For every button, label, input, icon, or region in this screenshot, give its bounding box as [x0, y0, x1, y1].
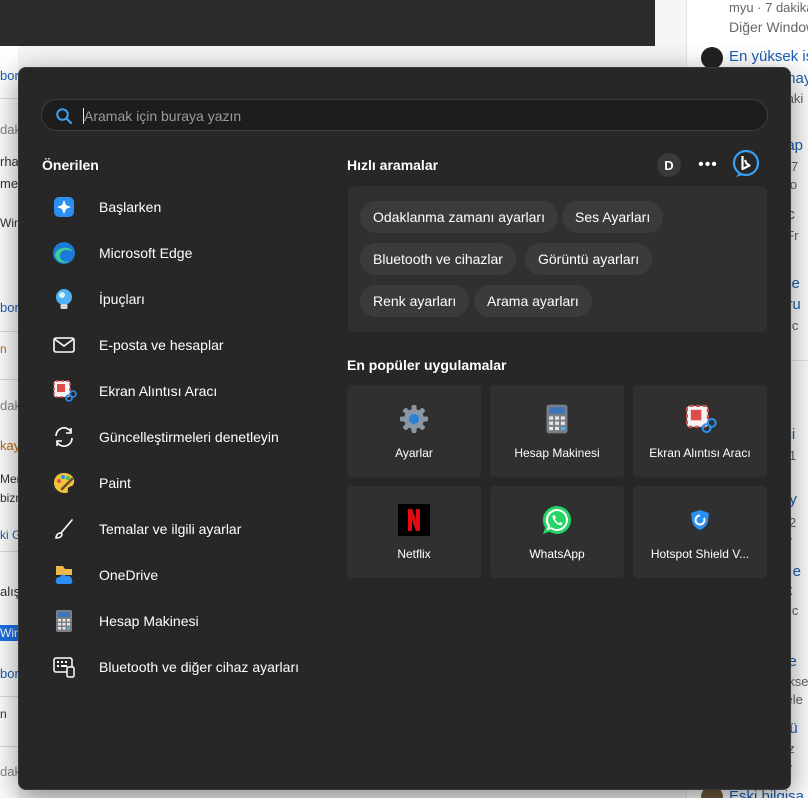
background-link[interactable]: En yüksek iş — [729, 48, 808, 65]
quick-search-chip[interactable]: Ses Ayarları — [562, 201, 664, 233]
suggestions-list: Başlarken Microsoft Edge İpuçları E-post… — [39, 184, 339, 690]
quick-search-chip[interactable]: Renk ayarları — [360, 285, 470, 317]
app-label: WhatsApp — [529, 547, 585, 561]
update-icon — [51, 424, 77, 450]
background-text: rha — [0, 154, 18, 169]
suggestion-themes[interactable]: Temalar ve ilgili ayarlar — [39, 506, 339, 552]
onedrive-icon — [51, 562, 77, 588]
netflix-icon — [397, 503, 431, 537]
start-search-panel: Önerilen Başlarken Microsoft Edge — [18, 67, 791, 790]
suggestion-label: İpuçları — [99, 291, 145, 307]
background-text: daki — [0, 764, 18, 779]
app-label: Hesap Makinesi — [514, 446, 600, 460]
text-cursor — [83, 108, 84, 124]
background-text: daki — [0, 398, 18, 413]
background-text: ki G — [0, 528, 18, 542]
quick-search-chip[interactable]: Arama ayarları — [474, 285, 592, 317]
settings-gear-icon — [397, 402, 431, 436]
app-tile-settings[interactable]: Ayarlar — [347, 385, 481, 477]
app-label: Ekran Alıntısı Aracı — [649, 446, 751, 460]
calculator-icon — [540, 402, 574, 436]
background-text: bor — [0, 68, 18, 83]
suggestion-tips[interactable]: İpuçları — [39, 276, 339, 322]
background-text: bizn — [0, 491, 18, 505]
suggestions-title: Önerilen — [42, 157, 99, 173]
background-text: kay — [0, 438, 18, 453]
search-icon — [56, 108, 73, 125]
whatsapp-icon — [540, 503, 574, 537]
background-text: Win — [0, 626, 18, 640]
background-text: bor — [0, 300, 18, 315]
avatar — [701, 47, 723, 69]
quick-search-chip[interactable]: Odaklanma zamanı ayarları — [360, 201, 558, 233]
background-text: bor — [0, 666, 18, 681]
suggestion-edge[interactable]: Microsoft Edge — [39, 230, 339, 276]
app-label: Netflix — [397, 547, 431, 561]
app-tile-whatsapp[interactable]: WhatsApp — [490, 486, 624, 578]
background-text: n — [0, 707, 7, 721]
suggestion-label: Hesap Makinesi — [99, 613, 199, 629]
background-text: Diğer Windows — [729, 19, 808, 35]
app-tile-netflix[interactable]: Netflix — [347, 486, 481, 578]
search-input[interactable] — [84, 106, 744, 126]
suggestion-label: Paint — [99, 475, 131, 491]
getstarted-icon — [51, 194, 77, 220]
background-text: n — [0, 342, 7, 356]
app-label: Ayarlar — [395, 446, 433, 460]
app-tile-calculator[interactable]: Hesap Makinesi — [490, 385, 624, 477]
app-label: Hotspot Shield V... — [650, 547, 750, 561]
app-tile-hotspot-shield[interactable]: Hotspot Shield V... — [633, 486, 767, 578]
quick-searches-box: Odaklanma zamanı ayarları Ses Ayarları B… — [348, 186, 767, 332]
background-header-bar — [0, 0, 655, 46]
calculator-icon — [51, 608, 77, 634]
more-options-button[interactable]: ••• — [695, 153, 721, 177]
suggestion-snipping-tool[interactable]: Ekran Alıntısı Aracı — [39, 368, 339, 414]
bing-chat-icon[interactable] — [730, 148, 762, 180]
suggestion-label: E-posta ve hesaplar — [99, 337, 224, 353]
quick-search-chip[interactable]: Bluetooth ve cihazlar — [360, 243, 516, 275]
suggestion-label: Bluetooth ve diğer cihaz ayarları — [99, 659, 299, 675]
suggestion-onedrive[interactable]: OneDrive — [39, 552, 339, 598]
top-apps-title: En popüler uygulamalar — [347, 357, 507, 373]
suggestion-getstarted[interactable]: Başlarken — [39, 184, 339, 230]
background-text: alış — [0, 584, 18, 599]
search-box[interactable] — [41, 99, 768, 131]
suggestion-label: OneDrive — [99, 567, 159, 583]
suggestion-label: Ekran Alıntısı Aracı — [99, 383, 218, 399]
background-text: Mer — [0, 472, 18, 486]
quick-search-chip[interactable]: Görüntü ayarları — [525, 243, 653, 275]
suggestion-check-updates[interactable]: Güncelleştirmeleri denetleyin — [39, 414, 339, 460]
suggestion-mail-accounts[interactable]: E-posta ve hesaplar — [39, 322, 339, 368]
hotspot-shield-icon — [683, 503, 717, 537]
suggestion-calculator[interactable]: Hesap Makinesi — [39, 598, 339, 644]
paint-icon — [51, 470, 77, 496]
mail-icon — [51, 332, 77, 358]
suggestion-label: Başlarken — [99, 199, 162, 215]
edge-icon — [51, 240, 77, 266]
brush-icon — [51, 516, 77, 542]
snipping-tool-icon — [683, 402, 717, 436]
account-avatar[interactable]: D — [657, 153, 681, 177]
suggestion-paint[interactable]: Paint — [39, 460, 339, 506]
suggestion-label: Temalar ve ilgili ayarlar — [99, 521, 242, 537]
devices-icon — [51, 654, 77, 680]
app-tile-snipping-tool[interactable]: Ekran Alıntısı Aracı — [633, 385, 767, 477]
background-text: Wir — [0, 216, 18, 230]
background-text: daki — [0, 122, 18, 137]
suggestion-label: Güncelleştirmeleri denetleyin — [99, 429, 279, 445]
background-text: myu · 7 dakika — [729, 0, 808, 15]
suggestion-bluetooth-devices[interactable]: Bluetooth ve diğer cihaz ayarları — [39, 644, 339, 690]
tips-icon — [51, 286, 77, 312]
background-text: me — [0, 176, 18, 191]
background-left-column: bor daki rha me Wir bor n daki kay Mer b… — [0, 46, 18, 798]
snipping-tool-icon — [51, 378, 77, 404]
quick-searches-title: Hızlı aramalar — [347, 157, 439, 173]
suggestion-label: Microsoft Edge — [99, 245, 193, 261]
